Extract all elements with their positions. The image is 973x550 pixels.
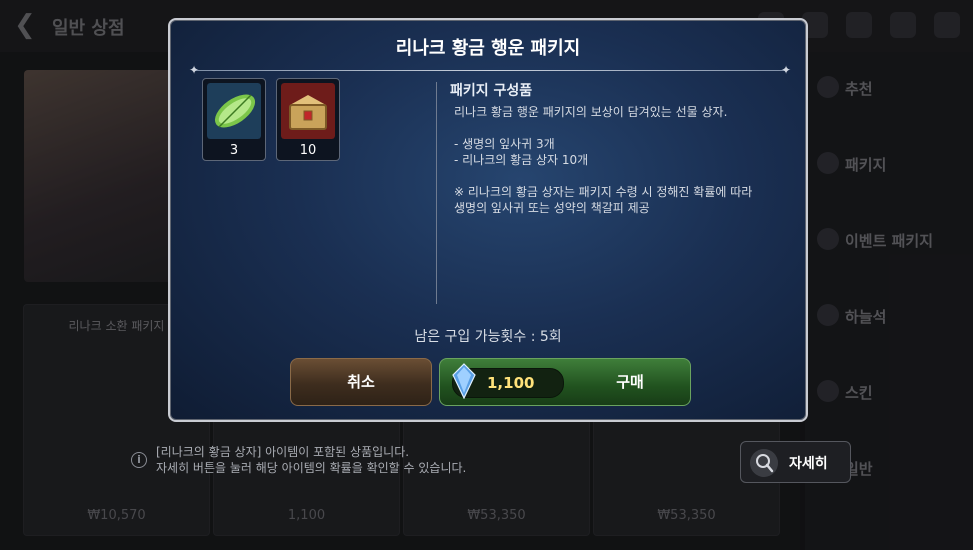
buy-label: 구매: [616, 373, 644, 391]
reward-item-leaf[interactable]: 3: [202, 78, 266, 161]
item-count: 10: [299, 143, 317, 158]
title-divider: [194, 70, 786, 71]
info-icon: i: [131, 452, 147, 468]
buy-button[interactable]: 1,100 구매: [439, 358, 691, 406]
dialog-title: 리나크 황금 행운 패키지: [395, 38, 581, 59]
details-button[interactable]: 자세히: [740, 441, 851, 483]
price-display: 1,100: [452, 363, 564, 399]
details-label: 자세히: [789, 456, 828, 472]
golden-chest-icon: [281, 83, 335, 139]
leaf-icon: [207, 83, 261, 139]
package-purchase-dialog: 리나크 황금 행운 패키지 ✦ ✦ 3 10 패키지 구성품 리나크 황금 행운…: [168, 18, 808, 422]
divider-star-icon: ✦: [188, 63, 200, 77]
sky-stone-gem-icon: [452, 363, 476, 399]
description-divider: [436, 82, 437, 304]
magnifier-icon: [750, 449, 778, 477]
probability-notice: [리나크의 황금 상자] 아이템이 포함된 상품입니다. 자세히 버튼을 눌러 …: [156, 445, 467, 475]
item-count: 3: [229, 143, 239, 158]
price-value: 1,100: [487, 374, 535, 392]
description-body: 리나크 황금 행운 패키지의 보상이 담겨있는 선물 상자. - 생명의 잎사귀…: [454, 105, 753, 215]
reward-item-golden-chest[interactable]: 10: [276, 78, 340, 161]
cancel-button[interactable]: 취소: [290, 358, 432, 406]
divider-star-icon: ✦: [780, 63, 792, 77]
remaining-purchases: 남은 구입 가능횟수 : 5회: [414, 329, 562, 345]
description-title: 패키지 구성품: [450, 83, 533, 99]
